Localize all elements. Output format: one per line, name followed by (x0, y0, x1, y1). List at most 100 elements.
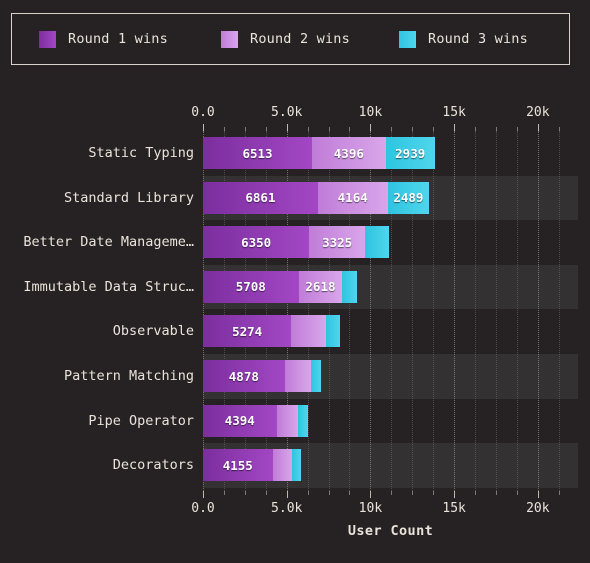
axis-tick-minor (433, 127, 435, 131)
axis-tick-label: 5.0k (271, 105, 303, 120)
plot-area: 6513 4396 2939 6861 4164 2489 6350 3325 5708 2618… (203, 131, 578, 491)
axis-tick-minor (433, 491, 435, 495)
bar-segment-round-1[interactable]: 6861 (203, 181, 318, 214)
axis-tick-minor (412, 127, 414, 131)
bar-value-label: 5274 (232, 323, 263, 339)
legend-label: Round 1 wins (68, 31, 168, 47)
category-label: Better Date Manageme… (23, 234, 194, 251)
bar-segment-round-3[interactable] (364, 226, 390, 259)
axis-tick-major (454, 491, 456, 498)
bar-value-label: 4396 (333, 145, 364, 161)
axis-tick-minor (495, 491, 497, 495)
axis-tick-minor (495, 127, 497, 131)
axis-tick-minor (265, 491, 267, 495)
axis-tick-minor (412, 491, 414, 495)
bar-row[interactable]: 5274 (203, 315, 578, 348)
bar-segment-round-1[interactable]: 6350 (203, 226, 310, 259)
axis-tick-label: 20k (526, 105, 550, 120)
chart-root: Round 1 wins Round 2 wins Round 3 wins Sta… (0, 0, 590, 563)
bar-segment-round-1[interactable]: 5708 (203, 270, 299, 303)
axis-tick-minor (558, 127, 560, 131)
axis-tick-label: 5.0k (271, 501, 303, 516)
axis-tick-minor (223, 127, 225, 131)
axis-tick-minor (349, 491, 351, 495)
axis-tick-minor (516, 127, 518, 131)
category-label: Pattern Matching (63, 368, 194, 384)
axis-tick-major (286, 491, 288, 498)
bar-segment-round-2[interactable] (291, 315, 327, 348)
bar-segment-round-2[interactable] (284, 360, 311, 392)
category-label: Standard Library (63, 189, 194, 206)
legend-label: Round 3 wins (428, 31, 528, 47)
bar-segment-round-1[interactable]: 6513 (203, 137, 313, 169)
bar-row[interactable]: 4878 (203, 360, 578, 392)
bar-segment-round-2[interactable]: 2618 (298, 270, 343, 303)
legend-item-2[interactable]: Round 2 wins (221, 30, 350, 48)
axis-tick-label: 15k (442, 501, 466, 516)
bar-segment-round-3[interactable] (298, 404, 308, 437)
bar-row[interactable]: 6350 3325 (203, 226, 578, 259)
axis-tick-minor (328, 491, 330, 495)
legend-item-3[interactable]: Round 3 wins (399, 30, 528, 48)
axis-tick-minor (558, 491, 560, 495)
bar-segment-round-1[interactable]: 4155 (203, 449, 273, 482)
legend-label: Round 2 wins (250, 31, 350, 47)
category-label: Observable (112, 323, 194, 340)
bar-segment-round-3[interactable]: 2939 (385, 137, 435, 169)
bar-value-label: 4878 (228, 368, 259, 384)
axis-tick-minor (391, 127, 393, 131)
axis-tick-label: 20k (526, 501, 550, 516)
bar-value-label: 3325 (322, 234, 353, 250)
bar-segment-round-1[interactable]: 4878 (203, 360, 285, 392)
bar-value-label: 6350 (241, 234, 272, 250)
axis-tick-major (203, 491, 204, 498)
axis-tick-minor (223, 491, 225, 495)
x-axis-top: 0.0 5.0k 10k 15k 20k (191, 105, 578, 132)
bar-segment-round-2[interactable]: 3325 (309, 226, 365, 259)
axis-tick-major (537, 491, 539, 498)
bar-segment-round-3[interactable] (292, 449, 301, 482)
bar-segment-round-3[interactable] (342, 270, 358, 303)
bar-row[interactable]: 5708 2618 (203, 270, 578, 303)
bar-row[interactable]: 6513 4396 2939 (203, 137, 578, 169)
y-axis-category-labels: Static Typing Standard Library Better Date… (0, 131, 194, 491)
bar-row[interactable]: 4394 (203, 404, 578, 437)
x-axis-bottom: 0.0 5.0k 10k 15k 20k (191, 491, 578, 516)
bar-segment-round-3[interactable]: 2489 (387, 181, 430, 214)
axis-tick-label: 10k (358, 105, 383, 120)
axis-tick-minor (349, 127, 351, 131)
bar-value-label: 2939 (395, 145, 426, 161)
axis-tick-major (286, 124, 288, 131)
axis-tick-major (537, 124, 539, 131)
axis-tick-major (454, 124, 456, 131)
legend-swatch-icon (39, 30, 56, 48)
axis-tick-minor (328, 127, 330, 131)
legend-item-1[interactable]: Round 1 wins (39, 30, 168, 48)
category-label: Pipe Operator (88, 412, 194, 429)
axis-tick-minor (307, 491, 309, 495)
bar-segment-round-1[interactable]: 5274 (203, 315, 292, 348)
bar-value-label: 6861 (245, 190, 276, 206)
bar-row[interactable]: 6861 4164 2489 (203, 181, 578, 214)
x-axis-title: User Count (347, 523, 434, 539)
axis-tick-label: 10k (358, 501, 383, 516)
bar-segment-round-2[interactable] (272, 449, 293, 482)
axis-tick-minor (475, 491, 477, 495)
axis-tick-minor (244, 491, 246, 495)
bar-segment-round-3[interactable] (326, 315, 340, 348)
axis-tick-minor (307, 127, 309, 131)
axis-tick-label: 0.0 (191, 501, 215, 516)
bar-row[interactable]: 4155 (203, 449, 578, 482)
category-label: Decorators (112, 457, 194, 474)
bar-segment-round-1[interactable]: 4394 (203, 404, 277, 437)
bar-segment-round-2[interactable] (276, 404, 299, 437)
axis-tick-minor (244, 127, 246, 131)
axis-tick-major (370, 124, 372, 131)
chart-legend: Round 1 wins Round 2 wins Round 3 wins (11, 13, 570, 65)
axis-tick-minor (391, 491, 393, 495)
legend-swatch-icon (399, 30, 416, 48)
bar-segment-round-3[interactable] (310, 360, 321, 392)
bar-segment-round-2[interactable]: 4396 (312, 137, 386, 169)
axis-tick-label: 15k (442, 105, 466, 120)
bar-segment-round-2[interactable]: 4164 (317, 181, 388, 214)
